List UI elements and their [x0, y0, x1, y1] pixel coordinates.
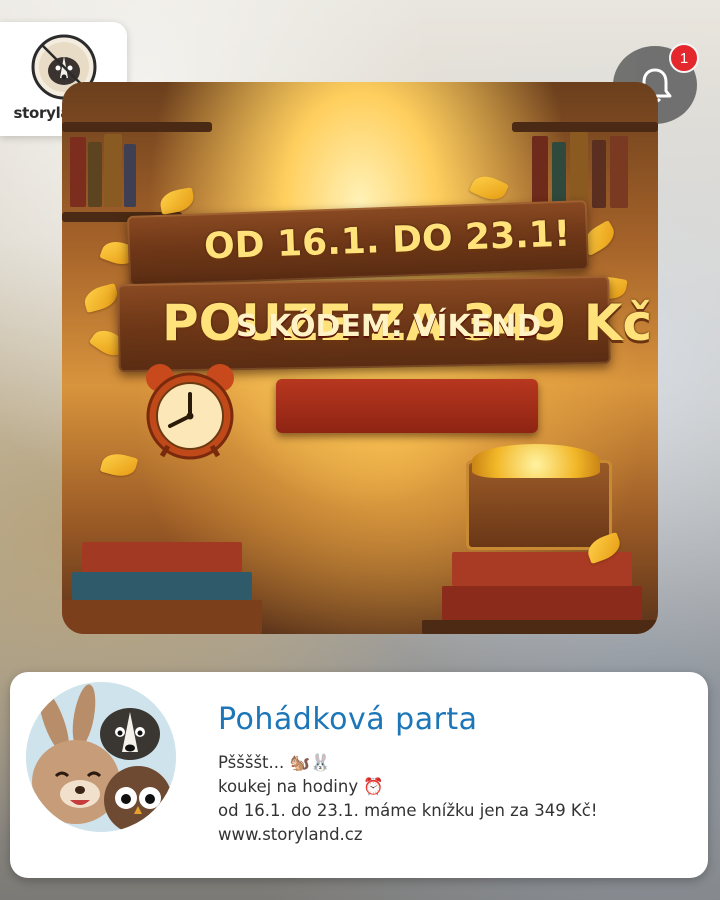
- gold-coins: [472, 444, 600, 478]
- promo-code: S KÓDEM: VÍKEND: [236, 309, 542, 344]
- author-avatar[interactable]: [26, 682, 176, 832]
- post-author-name[interactable]: Pohádková parta: [218, 702, 478, 737]
- alarm-clock-icon: [146, 364, 234, 460]
- post-text-line: od 16.1. do 23.1. máme knížku jen za 349…: [218, 801, 598, 820]
- animal-friends-avatar-icon: [26, 682, 176, 832]
- notification-count-badge: 1: [669, 43, 699, 73]
- promo-banner[interactable]: OD 16.1. DO 23.1! POUZE ZA 349 Kč S KÓDE…: [62, 82, 658, 634]
- promo-code-ribbon: [276, 379, 538, 433]
- post-text-line: Pššššt... 🐿️🐰: [218, 753, 331, 772]
- post-card[interactable]: Pohádková parta Pššššt... 🐿️🐰 koukej na …: [10, 672, 708, 878]
- post-website-link[interactable]: www.storyland.cz: [218, 825, 363, 844]
- post-text-line: koukej na hodiny ⏰: [218, 777, 384, 796]
